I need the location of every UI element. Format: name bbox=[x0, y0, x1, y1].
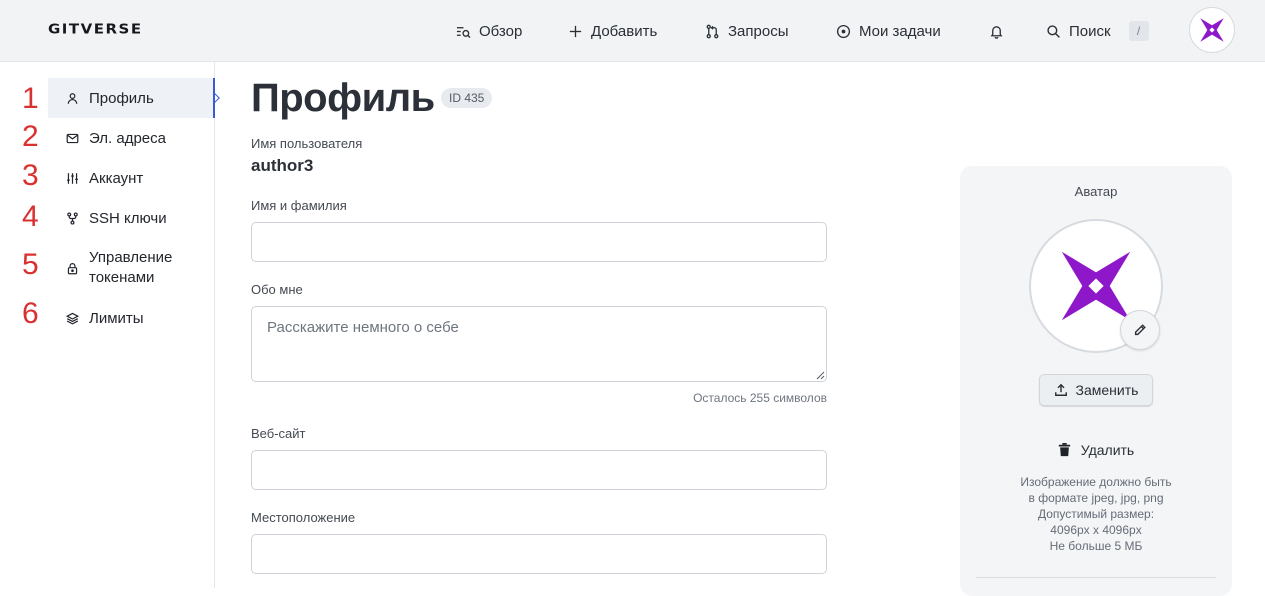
gitverse-logo[interactable]: GITVERSE bbox=[48, 21, 143, 37]
sidebar-item-label: SSH ключи bbox=[89, 209, 167, 227]
nav-add[interactable]: Добавить bbox=[568, 20, 657, 42]
sidebar-item-ssh-keys[interactable]: SSH ключи bbox=[48, 198, 215, 238]
nav-my-tasks-label: Мои задачи bbox=[859, 22, 941, 40]
avatar-card: Аватар Заменить Удалить Изображение долж… bbox=[960, 166, 1232, 596]
user-icon bbox=[67, 92, 78, 104]
annotation-number-1: 1 bbox=[22, 82, 39, 115]
hint-line: Не больше 5 МБ bbox=[1049, 539, 1143, 553]
user-id-badge: ID 435 bbox=[441, 88, 493, 108]
hint-line: Изображение должно быть bbox=[1020, 475, 1172, 489]
pull-request-icon bbox=[706, 24, 719, 38]
avatar-logo-icon bbox=[1061, 251, 1131, 321]
user-avatar-menu[interactable] bbox=[1189, 7, 1235, 53]
notifications-button[interactable] bbox=[989, 20, 1004, 42]
fullname-input[interactable] bbox=[251, 222, 827, 262]
mail-icon bbox=[66, 133, 79, 143]
hint-line: 4096px x 4096px bbox=[1050, 523, 1142, 537]
annotation-number-4: 4 bbox=[22, 200, 39, 233]
sidebar-item-label: Управление токенами bbox=[89, 249, 173, 286]
fullname-label: Имя и фамилия bbox=[251, 198, 347, 213]
hint-line: в формате jpeg, jpg, png bbox=[1028, 491, 1164, 505]
username-label: Имя пользователя bbox=[251, 136, 363, 151]
website-input[interactable] bbox=[251, 450, 827, 490]
hint-line: Допустимый размер: bbox=[1037, 507, 1155, 521]
search-button[interactable]: Поиск / bbox=[1046, 20, 1149, 42]
sidebar-item-label: Эл. адреса bbox=[89, 129, 166, 147]
sidebar-item-label: Профиль bbox=[89, 89, 154, 107]
sidebar-item-label: Лимиты bbox=[89, 309, 144, 327]
annotation-number-2: 2 bbox=[22, 120, 39, 153]
website-label: Веб-сайт bbox=[251, 426, 306, 441]
resize-grip-icon[interactable] bbox=[815, 370, 825, 380]
replace-avatar-label: Заменить bbox=[1075, 382, 1139, 398]
about-char-counter: Осталось 255 символов bbox=[693, 391, 827, 405]
username-value: author3 bbox=[251, 156, 314, 175]
trash-icon bbox=[1058, 443, 1070, 457]
page-title: Профиль bbox=[251, 76, 435, 120]
sidebar-item-tokens[interactable]: Управление токенами bbox=[48, 238, 215, 298]
delete-avatar-label: Удалить bbox=[1080, 442, 1135, 458]
pencil-icon bbox=[1134, 324, 1146, 336]
annotation-number-3: 3 bbox=[22, 159, 39, 192]
plus-icon bbox=[569, 25, 582, 37]
sliders-icon bbox=[67, 172, 78, 184]
top-header: GITVERSE Обзор Добавить Запросы Мои зада… bbox=[0, 0, 1265, 62]
layers-icon bbox=[66, 312, 79, 325]
nav-add-label: Добавить bbox=[591, 22, 658, 40]
nav-requests-label: Запросы bbox=[728, 22, 789, 40]
replace-avatar-button[interactable]: Заменить bbox=[1039, 374, 1153, 406]
lock-icon bbox=[67, 262, 78, 274]
delete-avatar-button[interactable]: Удалить bbox=[1046, 438, 1146, 462]
sidebar-item-emails[interactable]: Эл. адреса bbox=[48, 118, 215, 158]
nav-my-tasks[interactable]: Мои задачи bbox=[836, 20, 941, 42]
about-textarea[interactable] bbox=[251, 306, 827, 382]
upload-icon bbox=[1054, 383, 1067, 396]
annotation-number-6: 6 bbox=[22, 297, 39, 330]
card-divider bbox=[976, 577, 1216, 578]
bell-icon bbox=[990, 25, 1003, 39]
search-label: Поиск bbox=[1069, 22, 1111, 40]
nav-requests[interactable]: Запросы bbox=[705, 20, 789, 42]
sidebar-item-label: Аккаунт bbox=[89, 169, 144, 187]
annotation-number-5: 5 bbox=[22, 248, 39, 281]
avatar-logo-icon bbox=[1200, 18, 1224, 42]
issue-icon bbox=[836, 24, 851, 38]
edit-avatar-button[interactable] bbox=[1120, 310, 1160, 350]
sidebar-item-profile[interactable]: Профиль bbox=[48, 78, 215, 118]
nav-overview-label: Обзор bbox=[479, 22, 523, 40]
nav-overview[interactable]: Обзор bbox=[456, 20, 522, 42]
avatar-card-title: Аватар bbox=[1074, 184, 1118, 199]
location-input[interactable] bbox=[251, 534, 827, 574]
sidebar-item-limits[interactable]: Лимиты bbox=[48, 298, 215, 338]
about-label: Обо мне bbox=[251, 282, 303, 297]
sidebar-item-account[interactable]: Аккаунт bbox=[48, 158, 215, 198]
search-shortcut-key: / bbox=[1128, 21, 1149, 41]
avatar-requirements-hint: Изображение должно быть в формате jpeg, … bbox=[980, 474, 1212, 554]
search-list-icon bbox=[456, 26, 471, 38]
location-label: Местоположение bbox=[251, 510, 356, 525]
search-icon bbox=[1047, 24, 1060, 38]
fork-icon bbox=[67, 211, 78, 225]
